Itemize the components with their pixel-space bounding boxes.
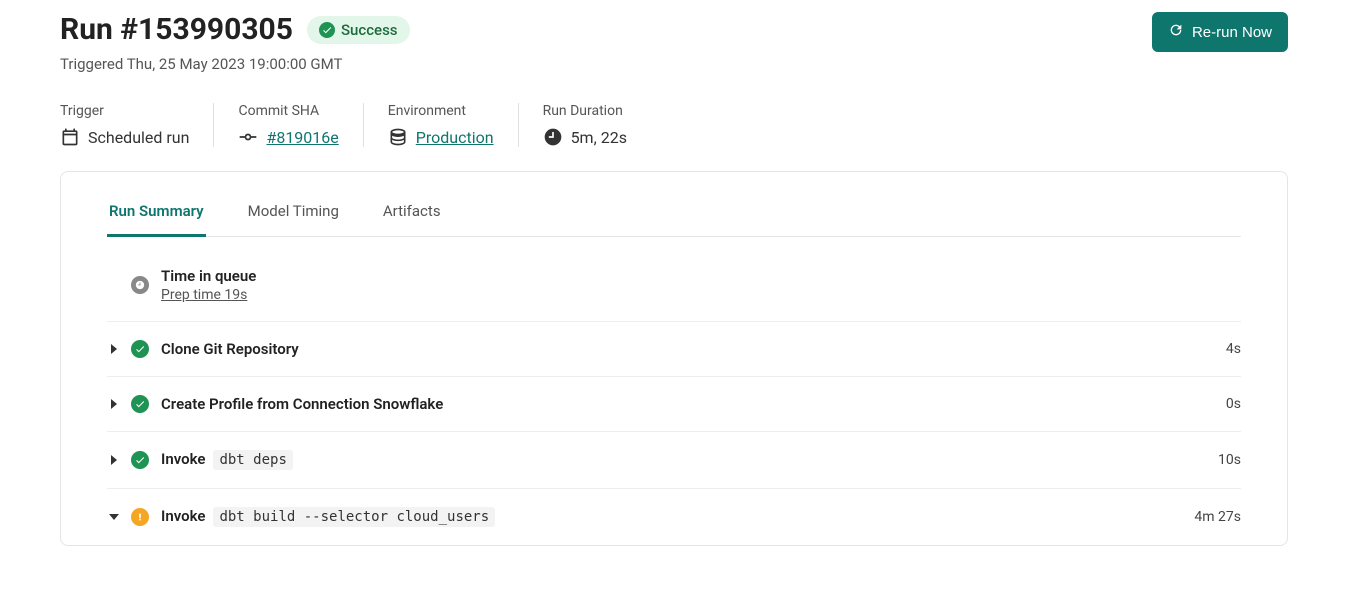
chevron-right-icon[interactable] bbox=[107, 453, 121, 467]
check-icon bbox=[319, 22, 335, 38]
tab-run-summary[interactable]: Run Summary bbox=[107, 192, 206, 237]
commit-icon bbox=[238, 127, 258, 147]
step-duration: 0s bbox=[1226, 396, 1241, 412]
page-title: Run #153990305 bbox=[60, 12, 293, 47]
tabs: Run Summary Model Timing Artifacts bbox=[107, 192, 1241, 237]
step-code: dbt deps bbox=[213, 450, 292, 470]
triggered-text: Triggered Thu, 25 May 2023 19:00:00 GMT bbox=[60, 55, 410, 73]
check-icon bbox=[131, 340, 149, 358]
status-badge: Success bbox=[307, 16, 410, 44]
step-title: Create Profile from Connection Snowflake bbox=[161, 395, 443, 413]
step-row[interactable]: Clone Git Repository 4s bbox=[107, 322, 1241, 377]
queue-title: Time in queue bbox=[161, 267, 256, 285]
environment-label: Environment bbox=[388, 103, 494, 119]
step-row[interactable]: Invoke dbt build --selector cloud_users … bbox=[107, 489, 1241, 545]
duration-value: 5m, 22s bbox=[571, 128, 627, 147]
duration-label: Run Duration bbox=[543, 103, 627, 119]
calendar-icon bbox=[60, 127, 80, 147]
step-duration: 4s bbox=[1226, 341, 1241, 357]
step-title: Invoke bbox=[161, 507, 205, 525]
step-title: Clone Git Repository bbox=[161, 340, 299, 358]
commit-link[interactable]: #819016e bbox=[266, 128, 338, 147]
chevron-down-icon[interactable] bbox=[107, 510, 121, 524]
step-row[interactable]: Create Profile from Connection Snowflake… bbox=[107, 377, 1241, 432]
status-label: Success bbox=[341, 21, 398, 39]
refresh-icon bbox=[1168, 22, 1184, 42]
rerun-label: Re-run Now bbox=[1192, 24, 1272, 41]
clock-icon bbox=[131, 276, 149, 294]
chevron-right-icon[interactable] bbox=[107, 342, 121, 356]
environment-link[interactable]: Production bbox=[416, 128, 494, 147]
meta-row: Trigger Scheduled run Commit SHA #819016… bbox=[60, 103, 1288, 147]
step-duration: 4m 27s bbox=[1194, 509, 1241, 525]
commit-label: Commit SHA bbox=[238, 103, 338, 119]
rerun-button[interactable]: Re-run Now bbox=[1152, 12, 1288, 52]
queue-row: Time in queue Prep time 19s bbox=[107, 263, 1241, 322]
warning-icon bbox=[131, 508, 149, 526]
chevron-right-icon[interactable] bbox=[107, 397, 121, 411]
step-row[interactable]: Invoke dbt deps 10s bbox=[107, 432, 1241, 489]
queue-sub[interactable]: Prep time 19s bbox=[161, 287, 256, 303]
step-title: Invoke bbox=[161, 450, 205, 468]
clock-icon bbox=[543, 127, 563, 147]
check-icon bbox=[131, 395, 149, 413]
database-icon bbox=[388, 127, 408, 147]
check-icon bbox=[131, 451, 149, 469]
tab-model-timing[interactable]: Model Timing bbox=[246, 192, 341, 237]
tab-artifacts[interactable]: Artifacts bbox=[381, 192, 443, 237]
trigger-label: Trigger bbox=[60, 103, 189, 119]
step-duration: 10s bbox=[1218, 452, 1241, 468]
step-code: dbt build --selector cloud_users bbox=[213, 507, 495, 527]
trigger-value: Scheduled run bbox=[88, 128, 189, 147]
